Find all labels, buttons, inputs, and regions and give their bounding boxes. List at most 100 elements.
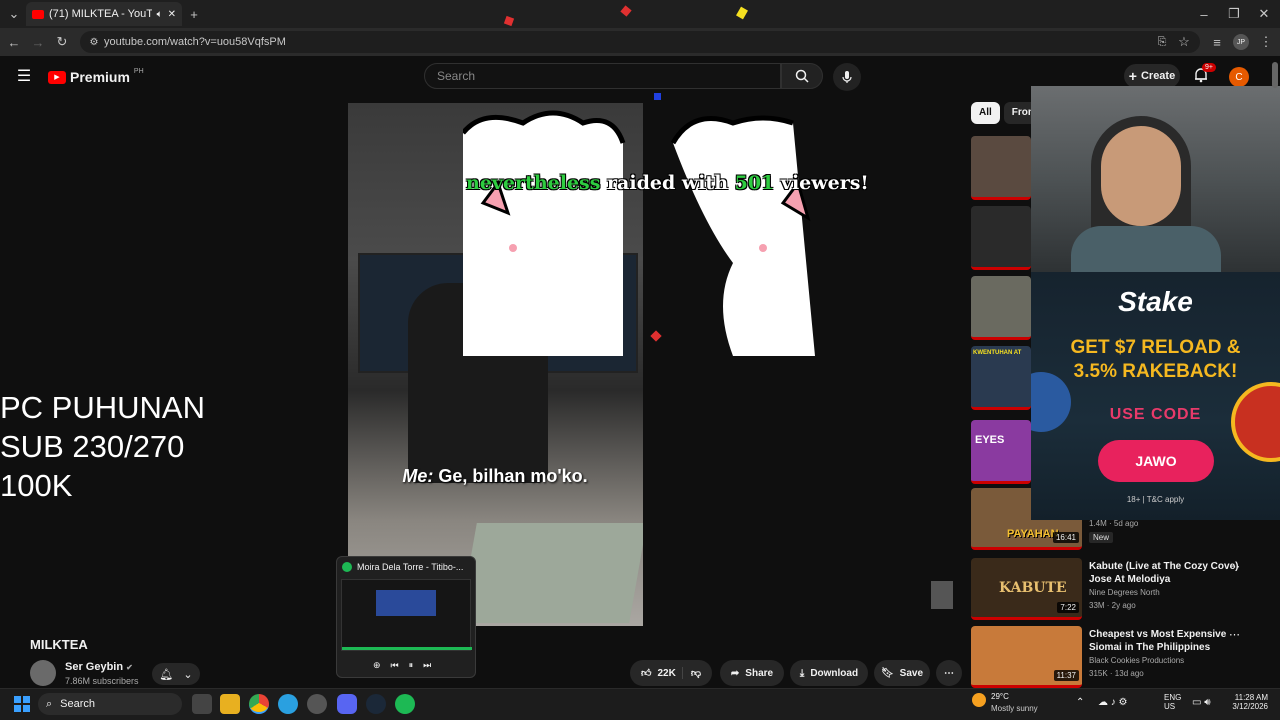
search-button[interactable] bbox=[781, 63, 823, 89]
tab-search-icon[interactable]: ⌄ bbox=[4, 4, 24, 24]
language-indicator[interactable]: ENG US bbox=[1164, 693, 1181, 711]
bookmark-star-icon[interactable]: ☆ bbox=[1174, 32, 1194, 52]
rec-thumbnail[interactable] bbox=[971, 276, 1031, 340]
clock[interactable]: 11:28 AM 3/12/2026 bbox=[1228, 693, 1268, 711]
account-avatar[interactable]: C bbox=[1229, 67, 1249, 87]
clock-time: 11:28 AM bbox=[1234, 693, 1268, 702]
search-input[interactable]: Search bbox=[424, 63, 781, 89]
preview-progress bbox=[342, 647, 472, 650]
reload-icon[interactable]: ↻ bbox=[52, 32, 72, 52]
more-vertical-icon[interactable]: ⋯ bbox=[1229, 560, 1240, 573]
next-track-icon[interactable]: ⏭ bbox=[423, 660, 431, 671]
channel-avatar[interactable] bbox=[30, 660, 56, 686]
dislike-button[interactable]: 👎︎ bbox=[681, 667, 701, 679]
browser-tab[interactable]: (71) MILKTEA - YouTube 🔈︎ ✕ bbox=[26, 2, 182, 26]
language-line: ENG bbox=[1164, 693, 1182, 702]
reading-list-icon[interactable]: ≡ bbox=[1207, 32, 1227, 52]
language-line: US bbox=[1164, 702, 1176, 711]
url-text: youtube.com/watch?v=uou58VqfsPM bbox=[104, 36, 286, 48]
telegram-icon[interactable] bbox=[278, 694, 298, 714]
show-hidden-icons[interactable]: ⌃ bbox=[1076, 697, 1084, 708]
install-app-icon[interactable]: ⎘ bbox=[1152, 32, 1172, 52]
raid-text-mid: raided with bbox=[600, 172, 735, 194]
rec-thumbnail: KABUTE 7:22 bbox=[971, 558, 1082, 620]
new-tab-button[interactable]: + bbox=[184, 4, 204, 24]
site-info-icon[interactable]: ⚙ bbox=[84, 32, 104, 52]
notifications-button[interactable]: 9+ bbox=[1192, 63, 1216, 86]
hamburger-menu-icon[interactable]: ☰ bbox=[14, 66, 34, 86]
like-count: 22K bbox=[657, 667, 676, 679]
tab-close-icon[interactable]: ✕ bbox=[168, 9, 176, 20]
tray-icons[interactable]: ☁ ♪ ⚙ bbox=[1098, 697, 1128, 708]
save-button[interactable]: 🔖︎ Save bbox=[874, 660, 930, 686]
pause-icon[interactable]: ⏸ bbox=[409, 660, 414, 671]
previous-track-icon[interactable]: ⏮ bbox=[391, 660, 399, 671]
bell-icon: 🔔︎ bbox=[159, 668, 174, 681]
more-actions-button[interactable]: ⋯ bbox=[936, 660, 962, 686]
share-button[interactable]: ➦ Share bbox=[720, 660, 784, 686]
share-label: Share bbox=[745, 667, 774, 679]
microphone-icon bbox=[842, 71, 852, 83]
app-icon[interactable] bbox=[307, 694, 327, 714]
weather-desc[interactable]: Mostly sunny bbox=[991, 704, 1038, 713]
back-icon[interactable]: ← bbox=[4, 32, 24, 52]
profile-avatar[interactable]: JP bbox=[1233, 34, 1249, 50]
like-button[interactable]: 👍︎ 22K bbox=[641, 667, 676, 680]
clock-date: 3/12/2026 bbox=[1232, 702, 1268, 711]
tab-title: (71) MILKTEA - YouTube bbox=[49, 8, 152, 20]
download-icon: ⤓ bbox=[799, 667, 805, 679]
browser-menu-icon[interactable]: ⋮ bbox=[1256, 32, 1276, 52]
task-view-icon[interactable] bbox=[192, 694, 212, 714]
file-explorer-icon[interactable] bbox=[220, 694, 240, 714]
rec-thumbnail[interactable]: KWENTUHAN AT bbox=[971, 346, 1031, 410]
weather-temp[interactable]: 29°C bbox=[991, 692, 1009, 701]
rec-thumbnail[interactable] bbox=[971, 206, 1031, 270]
windows-start-icon[interactable] bbox=[12, 694, 32, 714]
weather-sun-icon[interactable] bbox=[972, 693, 986, 707]
region-label: PH bbox=[133, 67, 144, 75]
more-vertical-icon[interactable]: ⋯ bbox=[1229, 628, 1240, 641]
chip-all[interactable]: All bbox=[971, 102, 1000, 124]
rec-title: Kabute (Live at The Cozy Cove) Jose At M… bbox=[1089, 561, 1239, 585]
chrome-icon[interactable] bbox=[249, 694, 269, 714]
share-icon: ➦ bbox=[730, 667, 740, 679]
channel-name-text: Ser Geybin bbox=[65, 661, 124, 673]
rec-item[interactable]: 11:37 Cheapest vs Most Expensive Siomai … bbox=[971, 626, 1271, 690]
steam-icon[interactable] bbox=[366, 694, 386, 714]
maximize-icon[interactable]: ❐ bbox=[1224, 4, 1244, 24]
rec-item[interactable]: KABUTE 7:22 Kabute (Live at The Cozy Cov… bbox=[971, 558, 1271, 622]
create-button[interactable]: + Create bbox=[1124, 64, 1180, 88]
subscription-bell-button[interactable]: 🔔︎ ⌄ bbox=[152, 663, 200, 685]
channel-name[interactable]: Ser Geybin ✔ bbox=[65, 661, 133, 673]
ad-headline-line: GET $7 RELOAD & bbox=[1070, 337, 1241, 358]
taskbar-search-label: Search bbox=[60, 698, 96, 710]
network-volume-icons[interactable]: ▭ 🔊︎ bbox=[1192, 697, 1211, 708]
subscriber-count: 7.86M subscribers bbox=[65, 676, 139, 686]
close-window-icon[interactable]: ✕ bbox=[1254, 4, 1274, 24]
channel-watermark[interactable] bbox=[931, 581, 953, 609]
voice-search-button[interactable] bbox=[833, 63, 861, 91]
rec-thumbnail: 11:37 bbox=[971, 626, 1082, 688]
caption-speaker: Me: bbox=[402, 466, 434, 486]
bookmark-icon: 🔖︎ bbox=[880, 667, 894, 679]
download-button[interactable]: ⤓ Download bbox=[790, 660, 868, 686]
rec-title: Cheapest vs Most Expensive Siomai in The… bbox=[1089, 629, 1227, 653]
promo-code-badge: JAWO bbox=[1098, 440, 1214, 482]
thumb-text: PAYAHAN bbox=[1007, 528, 1059, 540]
new-badge: New bbox=[1089, 532, 1114, 543]
rec-thumbnail[interactable]: EYES bbox=[971, 420, 1031, 484]
add-icon[interactable]: ⊕ bbox=[373, 660, 381, 671]
forward-icon[interactable]: → bbox=[28, 32, 48, 52]
address-bar[interactable]: youtube.com/watch?v=uou58VqfsPM bbox=[80, 31, 1200, 53]
minimize-icon[interactable]: – bbox=[1194, 4, 1214, 24]
youtube-logo[interactable]: ▶ Premium PH bbox=[48, 67, 144, 85]
spotify-taskbar-icon[interactable] bbox=[395, 694, 415, 714]
taskbar-search[interactable]: ⌕ Search bbox=[38, 693, 182, 715]
discord-icon[interactable] bbox=[337, 694, 357, 714]
confetti-piece bbox=[654, 93, 661, 100]
rec-thumbnail[interactable] bbox=[971, 136, 1031, 200]
media-controls-popup[interactable]: Moira Dela Torre - Titibo-... ⊕ ⏮ ⏸ ⏭ bbox=[336, 556, 476, 678]
youtube-favicon-icon bbox=[32, 9, 44, 19]
page-scrollbar-thumb[interactable] bbox=[1272, 62, 1278, 88]
tab-audio-icon[interactable]: 🔈︎ bbox=[157, 9, 163, 20]
